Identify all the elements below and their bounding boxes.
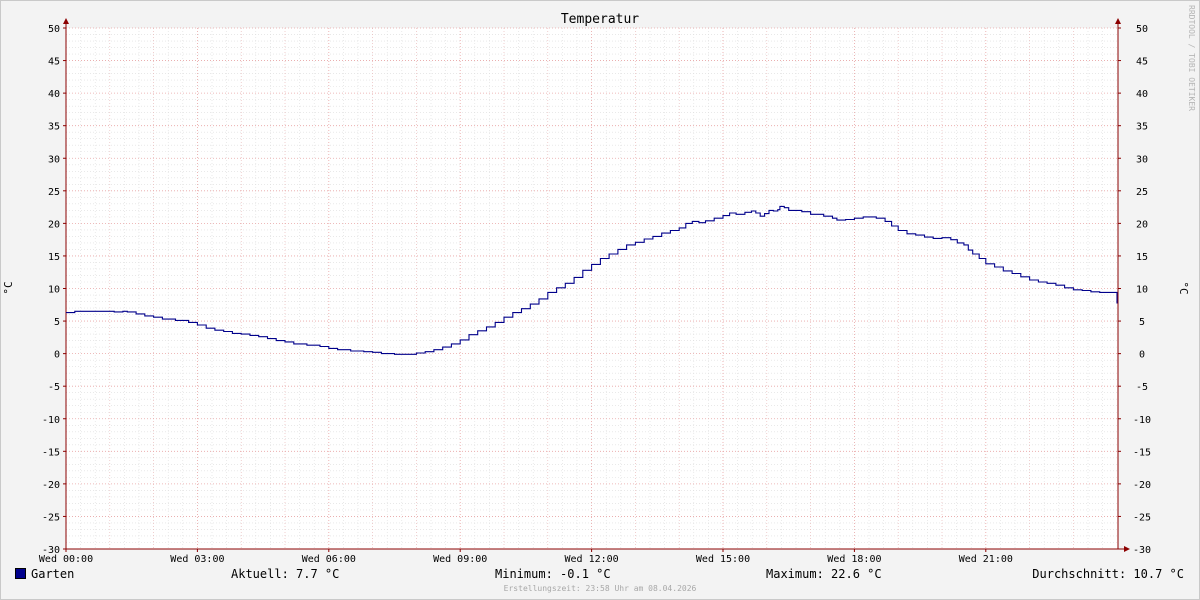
y-tick-label-right: -15 <box>1133 447 1151 458</box>
y-tick-label-right: 10 <box>1136 285 1148 296</box>
y-tick-label-right: 50 <box>1136 24 1148 35</box>
y-axis-label-right: °C <box>1177 281 1190 294</box>
y-tick-label-left: 25 <box>48 187 60 198</box>
y-tick-label-right: 15 <box>1136 252 1148 263</box>
x-tick-label: Wed 15:00 <box>696 554 750 565</box>
y-tick-label-right: -25 <box>1133 512 1151 523</box>
y-tick-label-left: 0 <box>54 350 60 361</box>
y-tick-label-right: -30 <box>1133 545 1151 556</box>
creation-time-footer: Erstellungszeit: 23:58 Uhr am 08.04.2026 <box>503 584 697 593</box>
y-axis-right-labels: 50454035302520151050-5-10-15-20-25-30 <box>1133 24 1151 556</box>
legend-average: Durchschnitt: 10.7 °C <box>1032 567 1184 581</box>
y-tick-label-right: -10 <box>1133 415 1151 426</box>
y-axis-left-labels: 50454035302520151050-5-10-15-20-25-30 <box>42 24 60 556</box>
y-tick-label-right: 40 <box>1136 89 1148 100</box>
chart-title: Temperatur <box>561 12 639 27</box>
y-axis-label-left: °C <box>2 281 15 294</box>
legend-series: Garten <box>15 567 74 581</box>
rrdtool-watermark: RRDTOOL / TOBI OETIKER <box>1187 5 1196 111</box>
series-color-swatch <box>15 568 26 579</box>
y-tick-label-right: 5 <box>1139 317 1145 328</box>
x-axis-arrow <box>1124 546 1130 552</box>
y-axis-right-arrow <box>1115 18 1121 24</box>
y-tick-label-left: -10 <box>42 415 60 426</box>
x-tick-label: Wed 00:00 <box>39 554 93 565</box>
y-tick-label-right: 45 <box>1136 57 1148 68</box>
y-tick-label-left: 30 <box>48 154 60 165</box>
y-axis-left-arrow <box>63 18 69 24</box>
legend: Garten Aktuell: 7.7 °C Minimum: -0.1 °C … <box>0 567 1200 583</box>
y-tick-label-right: -20 <box>1133 480 1151 491</box>
y-tick-label-right: 25 <box>1136 187 1148 198</box>
x-axis-labels: Wed 00:00 Wed 03:00 Wed 06:00 Wed 09:00 Wed … <box>39 554 1013 565</box>
y-tick-label-left: 50 <box>48 24 60 35</box>
y-tick-label-left: -15 <box>42 447 60 458</box>
y-tick-label-left: 10 <box>48 285 60 296</box>
y-tick-label-right: 35 <box>1136 122 1148 133</box>
y-tick-label-right: 20 <box>1136 219 1148 230</box>
y-tick-label-left: 15 <box>48 252 60 263</box>
legend-series-name: Garten <box>31 567 75 581</box>
x-tick-label: Wed 12:00 <box>565 554 619 565</box>
x-tick-label: Wed 06:00 <box>302 554 356 565</box>
y-tick-label-left: -20 <box>42 480 60 491</box>
y-tick-label-left: -5 <box>48 382 60 393</box>
y-tick-label-left: -25 <box>42 512 60 523</box>
x-tick-label: Wed 03:00 <box>170 554 224 565</box>
x-tick-label: Wed 21:00 <box>959 554 1013 565</box>
legend-current: Aktuell: 7.7 °C <box>231 567 340 581</box>
y-tick-label-right: 0 <box>1139 350 1145 361</box>
legend-minimum: Minimum: -0.1 °C <box>495 567 611 581</box>
y-tick-label-left: 20 <box>48 219 60 230</box>
y-tick-label-right: -5 <box>1136 382 1148 393</box>
x-tick-label: Wed 18:00 <box>827 554 881 565</box>
y-tick-label-left: 45 <box>48 57 60 68</box>
y-tick-label-left: 5 <box>54 317 60 328</box>
x-tick-label: Wed 09:00 <box>433 554 487 565</box>
legend-maximum: Maximum: 22.6 °C <box>766 567 882 581</box>
y-tick-label-right: 30 <box>1136 154 1148 165</box>
y-tick-label-left: 40 <box>48 89 60 100</box>
temperature-chart: 50454035302520151050-5-10-15-20-25-30 50… <box>2 5 1196 565</box>
y-tick-label-left: 35 <box>48 122 60 133</box>
